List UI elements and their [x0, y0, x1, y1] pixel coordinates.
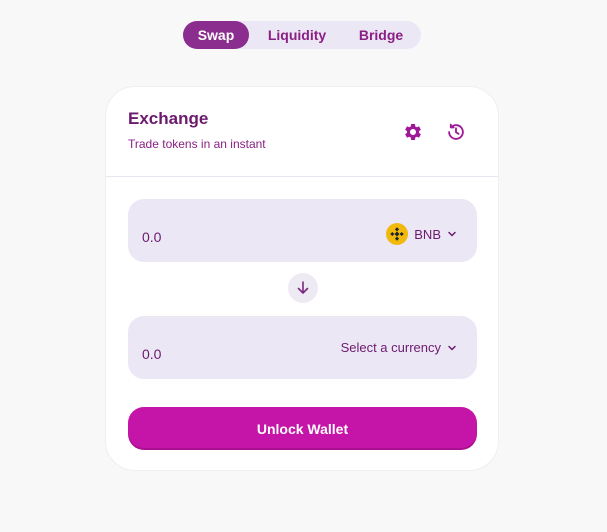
from-input-panel: BNB — [128, 199, 477, 262]
from-amount-input[interactable] — [142, 229, 262, 245]
tab-bridge[interactable]: Bridge — [345, 21, 417, 49]
exchange-card: Exchange Trade tokens in an instant 0.0 … — [105, 86, 499, 471]
history-icon — [448, 123, 464, 140]
gear-icon — [405, 124, 421, 140]
history-button[interactable] — [443, 119, 469, 145]
to-amount-input[interactable] — [142, 346, 262, 362]
to-input-panel: Select a currency — [128, 316, 477, 379]
from-currency-select[interactable]: BNB — [386, 223, 457, 245]
page-title: Exchange — [128, 109, 209, 128]
settings-button[interactable] — [400, 119, 426, 145]
to-currency-select[interactable]: Select a currency — [341, 340, 457, 355]
tab-swap[interactable]: Swap — [183, 21, 249, 49]
page-subtitle: Trade tokens in an instant — [128, 137, 266, 151]
bnb-logo-icon — [386, 223, 409, 245]
unlock-wallet-button[interactable]: Unlock Wallet — [128, 407, 477, 450]
card-header: Exchange Trade tokens in an instant — [106, 87, 498, 177]
arrow-down-icon — [297, 281, 309, 294]
swap-direction-button[interactable] — [288, 273, 318, 303]
from-currency-label: BNB — [414, 226, 441, 242]
tab-liquidity[interactable]: Liquidity — [249, 21, 345, 49]
nav-tabs: Swap Liquidity Bridge — [183, 21, 421, 49]
chevron-down-icon — [448, 231, 456, 237]
to-currency-label: Select a currency — [340, 340, 441, 355]
chevron-down-icon — [448, 345, 456, 350]
